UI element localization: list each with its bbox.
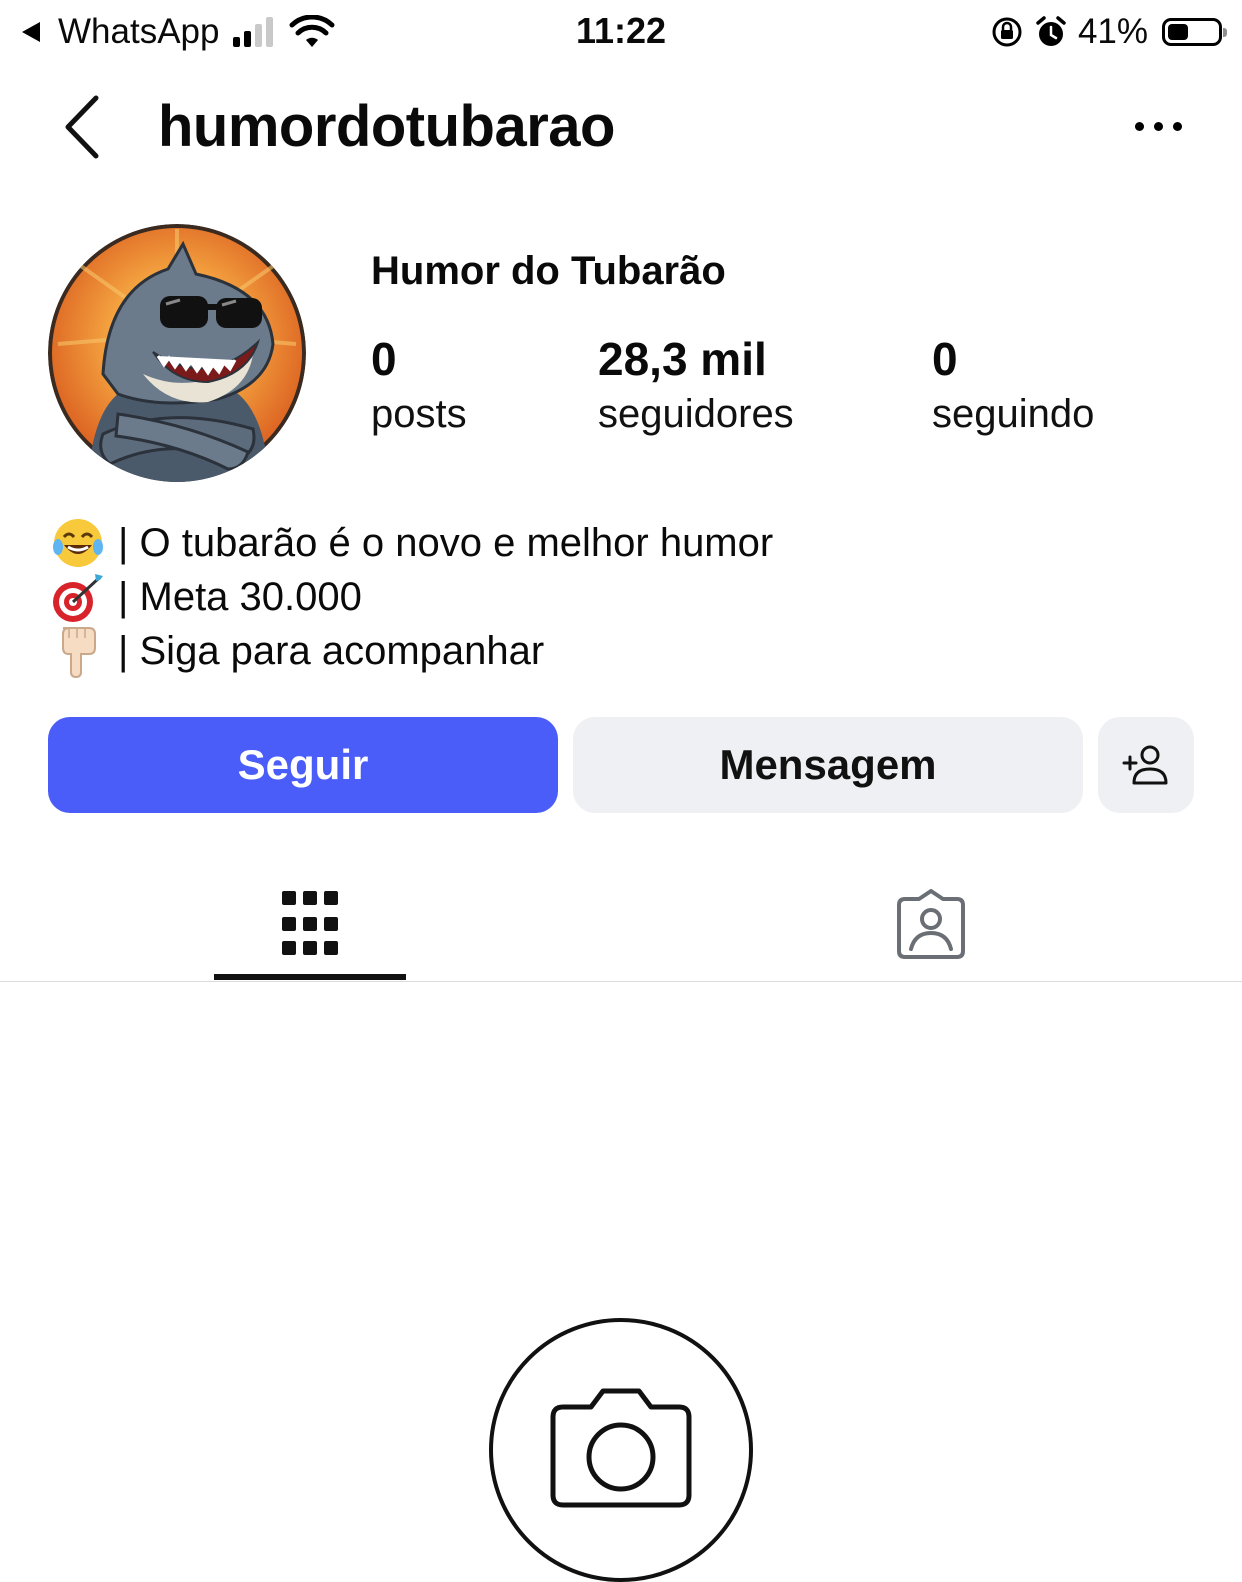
rotation-lock-icon <box>992 17 1022 47</box>
dot <box>1172 121 1182 131</box>
bio-line: | O tubarão é o novo e melhor humor <box>50 516 773 570</box>
profile-bio: | O tubarão é o novo e melhor humor | Me… <box>50 516 773 678</box>
tabs-divider <box>0 981 1242 982</box>
suggested-accounts-button[interactable] <box>1098 717 1194 813</box>
stat-label: seguidores <box>598 392 794 436</box>
status-bar-right: 41% <box>990 10 1227 54</box>
add-person-icon <box>1122 745 1168 785</box>
stat-following[interactable]: 0 seguindo <box>932 330 1094 440</box>
stat-value: 0 <box>932 333 958 385</box>
tab-tagged[interactable] <box>835 866 1027 982</box>
alarm-icon <box>1036 16 1066 46</box>
dot <box>1153 121 1163 131</box>
target-dart-emoji-icon <box>50 570 106 624</box>
back-button[interactable] <box>52 92 112 162</box>
message-button[interactable]: Mensagem <box>573 717 1083 813</box>
back-to-app-icon[interactable] <box>22 22 40 42</box>
bio-text: | Siga para acompanhar <box>118 628 545 673</box>
avatar[interactable] <box>48 224 306 482</box>
stat-value: 0 <box>371 333 397 385</box>
dot <box>1134 121 1144 131</box>
chevron-left-icon <box>65 95 99 159</box>
follow-button[interactable]: Seguir <box>48 717 558 813</box>
battery-percent: 41% <box>1077 12 1148 51</box>
stat-followers[interactable]: 28,3 mil seguidores <box>598 330 794 440</box>
profile-display-name: Humor do Tubarão <box>371 249 726 293</box>
status-bar-left: WhatsApp <box>22 10 335 54</box>
stat-value: 28,3 mil <box>598 333 767 385</box>
tab-posts-grid[interactable] <box>214 866 406 982</box>
bio-line: | Meta 30.000 <box>50 570 773 624</box>
empty-posts-camera <box>489 1318 753 1582</box>
stat-label: seguindo <box>932 392 1095 436</box>
stat-posts[interactable]: 0 posts <box>371 330 467 440</box>
active-tab-indicator <box>214 974 406 980</box>
shark-avatar-image <box>48 224 306 482</box>
cellular-signal-icon <box>233 17 274 47</box>
wifi-icon <box>289 15 335 47</box>
battery-icon <box>1162 18 1227 46</box>
stat-label: posts <box>371 392 467 436</box>
bio-text: | Meta 30.000 <box>118 574 362 619</box>
laughing-tears-emoji-icon <box>50 516 106 570</box>
page-title: humordotubarao <box>158 94 615 159</box>
grid-icon <box>282 891 338 955</box>
pointing-down-hand-emoji-icon <box>50 624 106 678</box>
bio-text: | O tubarão é o novo e melhor humor <box>118 520 774 565</box>
camera-icon <box>550 1388 692 1508</box>
tagged-person-icon <box>897 889 965 959</box>
bio-line: | Siga para acompanhar <box>50 624 773 678</box>
back-app-label[interactable]: WhatsApp <box>58 12 219 52</box>
more-options-button[interactable] <box>1120 104 1196 148</box>
